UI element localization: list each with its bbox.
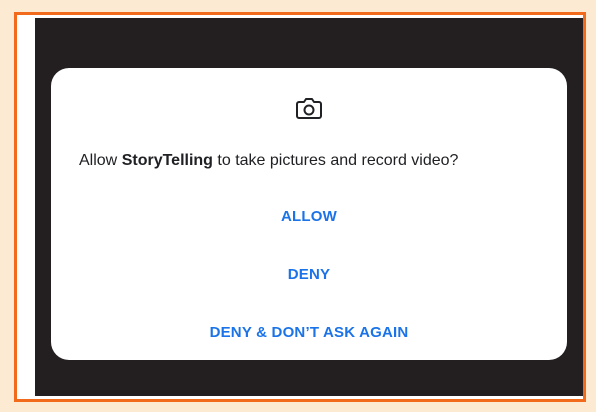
permission-dialog: Allow StoryTelling to take pictures and … — [51, 68, 567, 360]
message-suffix: to take pictures and record video? — [212, 152, 459, 169]
app-name: StoryTelling — [121, 152, 213, 169]
device-screen: Allow StoryTelling to take pictures and … — [35, 18, 583, 396]
message-prefix: Allow — [79, 152, 122, 169]
camera-icon — [296, 98, 322, 119]
deny-dont-ask-again-button[interactable]: DENY & DON’T ASK AGAIN — [51, 318, 567, 347]
allow-button[interactable]: ALLOW — [51, 202, 567, 231]
screenshot-frame: Allow StoryTelling to take pictures and … — [14, 12, 586, 402]
deny-button[interactable]: DENY — [51, 260, 567, 289]
permission-message: Allow StoryTelling to take pictures and … — [79, 152, 549, 170]
